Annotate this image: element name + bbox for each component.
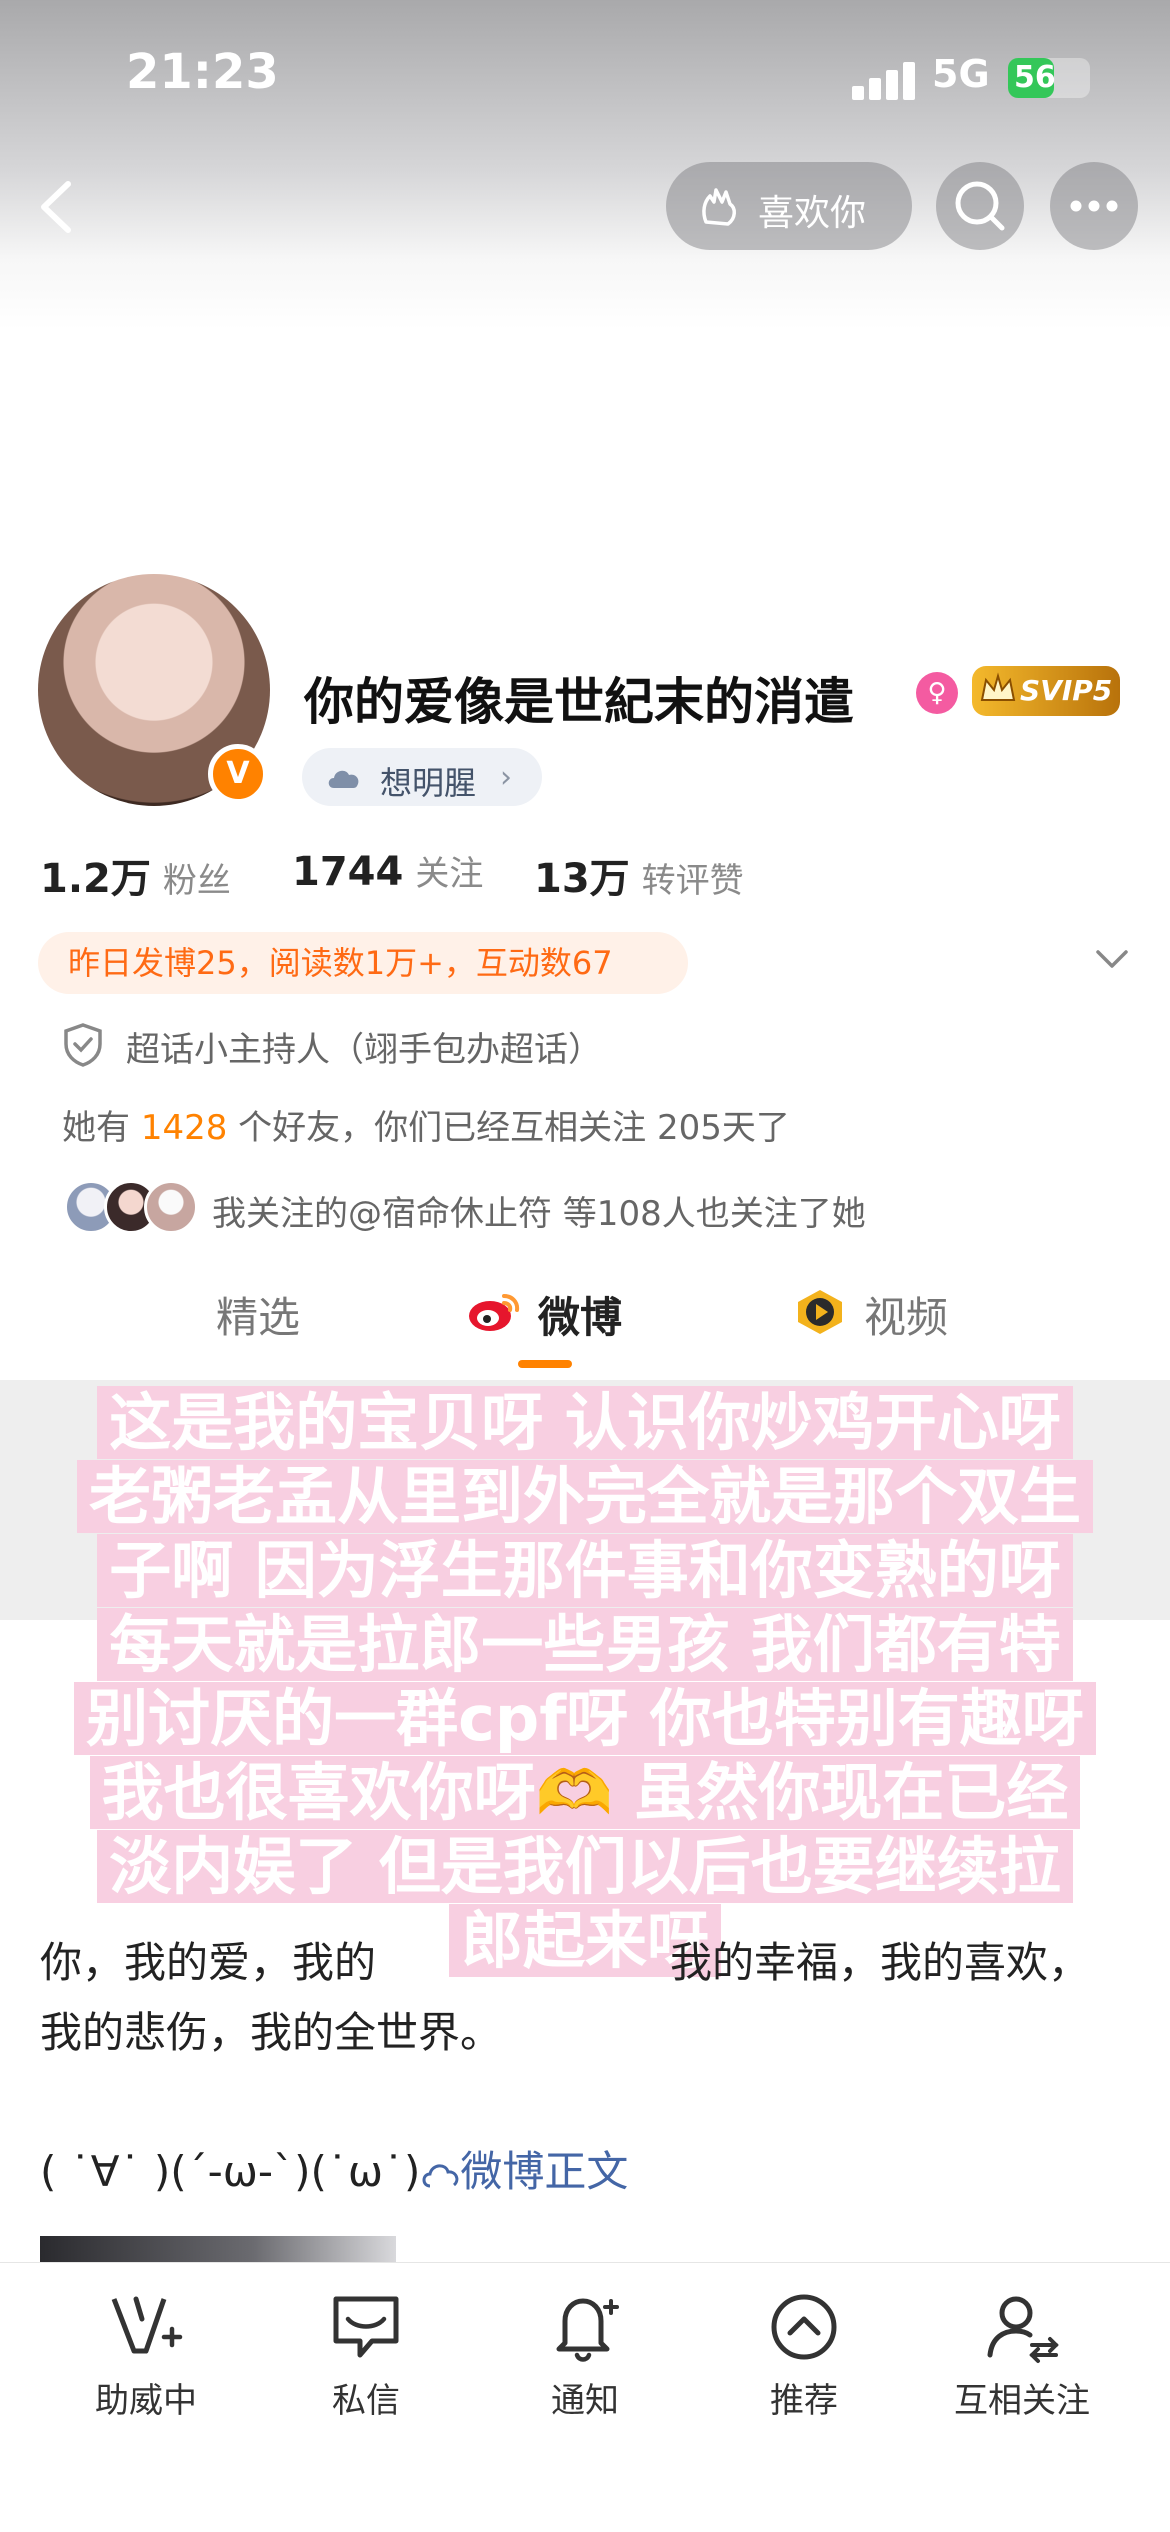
tab-featured[interactable]: 精选 [216, 1284, 300, 1345]
video-play-icon [798, 1290, 842, 1334]
more-button[interactable] [1050, 162, 1138, 250]
recommend-label: 推荐 [770, 2381, 838, 2421]
stat-likes-number: 13万 [534, 856, 630, 902]
stat-likes-label: 转评赞 [641, 861, 744, 901]
stat-fans-number: 1.2万 [40, 856, 151, 902]
female-gender-icon: ♀ [916, 672, 958, 714]
profile-tabs: 精选 微博 视频 [0, 1270, 1170, 1380]
message-button[interactable]: 私信 [256, 2289, 476, 2439]
signal-icon [852, 60, 916, 100]
stat-likes[interactable]: 13万 转评赞 [534, 846, 744, 904]
battery-icon: 56 [1008, 58, 1090, 98]
stat-fans-label: 粉丝 [162, 861, 231, 901]
bell-icon [556, 2298, 619, 2362]
message-icon [333, 2296, 399, 2358]
friends-count[interactable]: 1428 [141, 1108, 228, 1148]
chevron-down-icon[interactable] [1092, 944, 1132, 974]
recommend-icon [771, 2294, 837, 2360]
tab-video[interactable]: 视频 [864, 1284, 948, 1345]
stat-following[interactable]: 1744 关注 [292, 846, 483, 895]
superhost-label: 超话小主持人（翊手包办超话） [126, 1030, 602, 1070]
profile-tag-label: 想明腥 [380, 764, 477, 802]
active-tab-indicator [518, 1360, 572, 1368]
shield-icon [64, 1023, 102, 1067]
search-button[interactable] [936, 162, 1024, 250]
full-text-link[interactable]: 微博正文 [460, 2147, 628, 2196]
mutual-follow-icon [987, 2296, 1059, 2363]
network-type: 5G [932, 52, 990, 96]
crown-icon [980, 672, 1016, 701]
weibo-logo-icon [469, 1294, 520, 1331]
profile-tag-pill[interactable]: 想明腥 › [302, 748, 542, 806]
verified-badge-icon: V [208, 744, 268, 804]
yesterday-stats-pill[interactable]: 昨日发博25，阅读数1万+，互动数67 [38, 932, 688, 994]
mutual-followers-label: 我关注的@宿命休止符 等108人也关注了她 [212, 1194, 866, 1234]
weibo-cloud-link-icon [422, 2163, 459, 2187]
overlay-line: 别讨厌的一群cpf呀 你也特别有趣呀 [74, 1682, 1096, 1755]
overlay-line: 老粥老孟从里到外完全就是那个双生 [76, 1460, 1093, 1533]
notify-button[interactable]: 通知 [475, 2289, 695, 2439]
post-body-text: 你，我的爱，我的 我的幸福，我的喜欢，我的悲伤，我的全世界。 [40, 1938, 1091, 2057]
recommend-button[interactable]: 推荐 [694, 2289, 914, 2439]
hand-heart-icon [702, 188, 736, 226]
mutual-follow-button[interactable]: 互相关注 [912, 2289, 1132, 2439]
search-icon [955, 181, 1005, 231]
friends-prefix: 她有 [62, 1108, 141, 1148]
stat-following-label: 关注 [415, 854, 484, 894]
overlay-line: 每天就是拉郎一些男孩 我们都有特 [97, 1608, 1073, 1681]
cheer-v-icon [111, 2296, 183, 2354]
post-emoticon: ( ˙∀˙ )(´-ω-`)(˙ω˙) [40, 2147, 421, 2196]
like-you-label: 喜欢你 [758, 193, 867, 234]
back-button[interactable] [28, 172, 88, 242]
svip-label: SVIP5 [1020, 674, 1113, 707]
chevron-right-icon: › [500, 760, 512, 795]
mutual-avatar [144, 1180, 198, 1234]
pink-overlay-caption: 这是我的宝贝呀 认识你炒鸡开心呀 老粥老孟从里到外完全就是那个双生 子啊 因为浮… [18, 1386, 1152, 1978]
cheer-label: 助威中 [95, 2381, 197, 2421]
overlay-line: 淡内娱了 但是我们以后也要继续拉 [97, 1830, 1073, 1903]
like-you-button[interactable]: 喜欢你 [666, 162, 912, 250]
battery-level: 56 [1014, 60, 1056, 95]
notify-label: 通知 [551, 2381, 619, 2421]
cloud-icon [328, 770, 359, 788]
mutual-follow-label: 互相关注 [954, 2381, 1090, 2421]
tab-weibo[interactable]: 微博 [538, 1284, 622, 1345]
post-emoticon-line: ( ˙∀˙ )(´-ω-`)(˙ω˙) 微博正文 [40, 2138, 628, 2199]
stat-fans[interactable]: 1.2万 粉丝 [40, 846, 231, 904]
svip-badge[interactable]: SVIP5 [972, 666, 1120, 716]
status-bar: 21:23 5G 56 [0, 0, 1170, 150]
more-dots-icon [1070, 200, 1118, 212]
back-arrow-icon [41, 181, 71, 233]
stat-following-number: 1744 [292, 849, 404, 895]
overlay-line: 子啊 因为浮生那件事和你变熟的呀 [97, 1534, 1073, 1607]
friends-suffix: 个好友，你们已经互相关注 205天了 [227, 1108, 790, 1148]
message-label: 私信 [332, 2381, 400, 2421]
bottom-action-bar: 助威中 私信 通知 推荐 互相关注 [0, 2262, 1170, 2532]
overlay-line: 这是我的宝贝呀 认识你炒鸡开心呀 [97, 1386, 1073, 1459]
friends-info: 她有 1428 个好友，你们已经互相关注 205天了 [62, 1100, 790, 1149]
profile-name: 你的爱像是世紀末的消遣 [304, 673, 854, 731]
status-time: 21:23 [126, 44, 279, 100]
cheer-button[interactable]: 助威中 [36, 2289, 256, 2439]
overlay-line: 我也很喜欢你呀🫶 虽然你现在已经 [89, 1756, 1081, 1829]
